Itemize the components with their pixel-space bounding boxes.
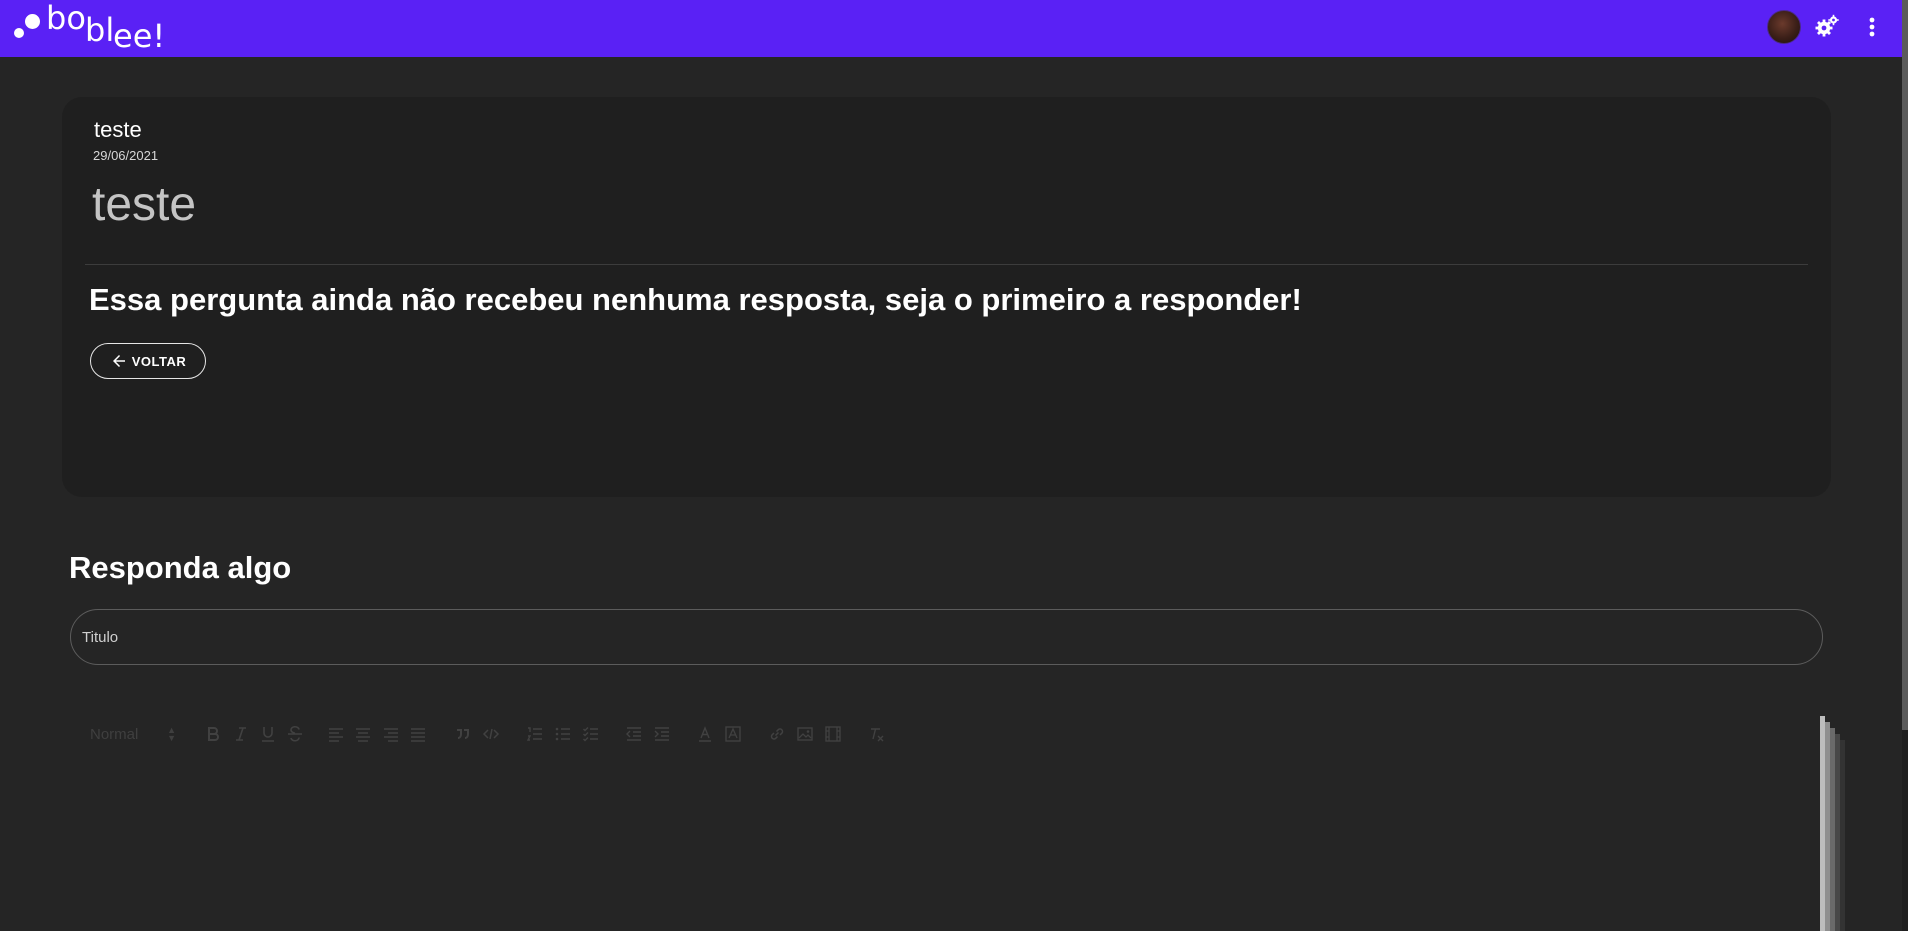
logo-dot-small xyxy=(14,28,24,38)
check-list-icon[interactable] xyxy=(580,720,602,748)
bobleee-logo[interactable]: bo bl ee! xyxy=(12,0,172,57)
clear-format-icon[interactable] xyxy=(865,720,887,748)
link-icon[interactable] xyxy=(766,720,788,748)
editor-edge xyxy=(1840,740,1845,931)
select-arrows-icon: ▲ ▼ xyxy=(167,725,176,743)
indent-decrease-icon[interactable] xyxy=(623,720,645,748)
blockquote-icon[interactable] xyxy=(452,720,474,748)
answer-title-input[interactable]: Titulo xyxy=(70,609,1823,665)
align-right-icon[interactable] xyxy=(380,720,402,748)
page-scrollbar[interactable] xyxy=(1902,0,1908,931)
align-justify-icon[interactable] xyxy=(407,720,429,748)
question-card: teste 29/06/2021 teste Essa pergunta ain… xyxy=(62,97,1831,497)
scrollbar-thumb[interactable] xyxy=(1902,0,1908,730)
bullet-list-icon[interactable] xyxy=(552,720,574,748)
strike-icon[interactable] xyxy=(284,720,306,748)
question-date: 29/06/2021 xyxy=(93,148,159,163)
question-author: teste xyxy=(94,117,142,142)
code-block-icon[interactable] xyxy=(480,720,502,748)
back-button[interactable]: VOLTAR xyxy=(90,343,206,379)
avatar[interactable] xyxy=(1767,10,1801,44)
align-left-icon[interactable] xyxy=(325,720,347,748)
format-select[interactable]: Normal ▲ ▼ xyxy=(90,720,180,748)
video-icon[interactable] xyxy=(822,720,844,748)
more-vert-icon[interactable] xyxy=(1862,14,1882,42)
answer-title-placeholder: Titulo xyxy=(82,629,119,646)
answer-section-title: Responda algo xyxy=(69,550,292,585)
align-center-icon[interactable] xyxy=(352,720,374,748)
bold-icon[interactable] xyxy=(202,720,224,748)
back-button-label: VOLTAR xyxy=(131,353,187,369)
gears-icon[interactable] xyxy=(1813,13,1841,41)
no-answer-message: Essa pergunta ainda não recebeu nenhuma … xyxy=(89,282,1302,317)
editor-toolbar: Normal ▲ ▼ xyxy=(88,720,908,748)
italic-icon[interactable] xyxy=(230,720,252,748)
question-title: teste xyxy=(92,178,197,231)
underline-icon[interactable] xyxy=(257,720,279,748)
format-select-value: Normal xyxy=(90,725,139,743)
arrow-back-icon xyxy=(112,355,125,367)
image-icon[interactable] xyxy=(794,720,816,748)
divider xyxy=(85,264,1808,265)
ordered-list-icon[interactable] xyxy=(524,720,546,748)
background-color-icon[interactable] xyxy=(722,720,744,748)
text-color-icon[interactable] xyxy=(694,720,716,748)
top-app-bar: bo bl ee! xyxy=(0,0,1902,57)
logo-dot-large xyxy=(25,14,40,29)
indent-increase-icon[interactable] xyxy=(651,720,673,748)
